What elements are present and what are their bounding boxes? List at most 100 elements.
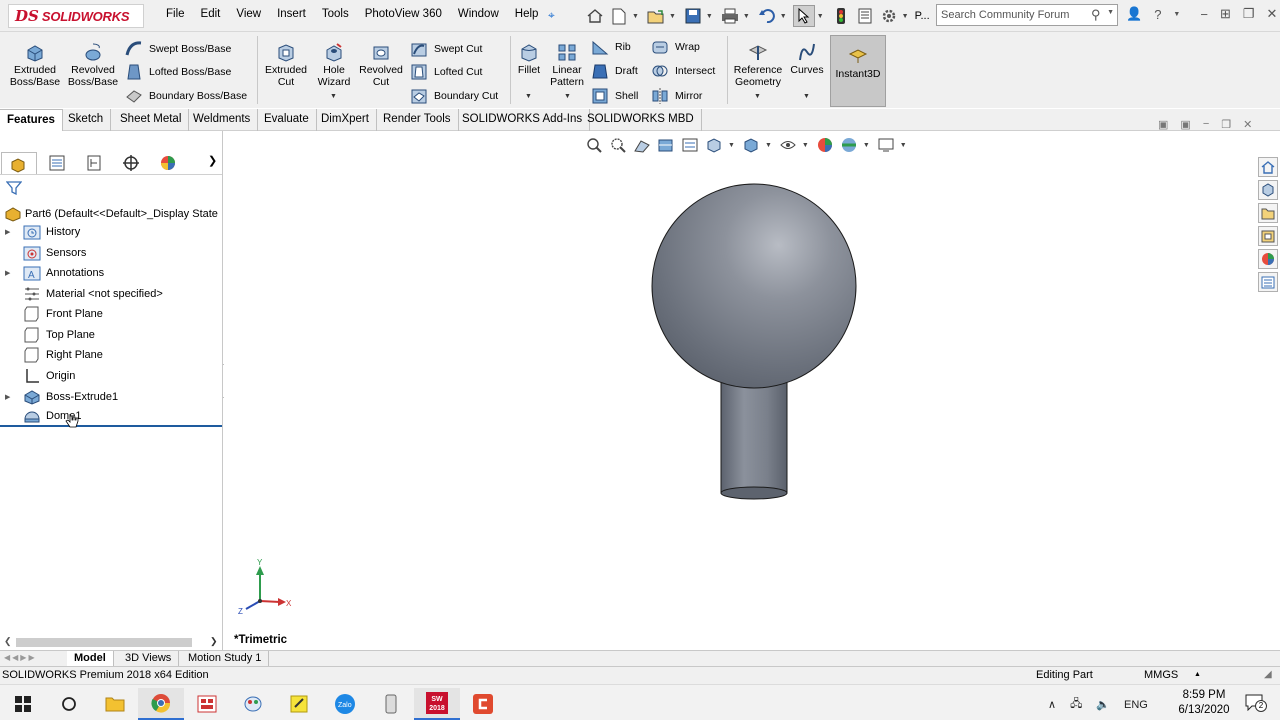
unit-system[interactable]: MMGS bbox=[1144, 669, 1178, 681]
tree-item-origin[interactable]: Origin bbox=[0, 366, 222, 386]
scroll-thumb[interactable] bbox=[16, 638, 192, 647]
mirror-button[interactable]: Mirror bbox=[651, 87, 702, 105]
resize-grip-icon[interactable]: ◢ bbox=[1264, 669, 1272, 680]
solidworks-logo[interactable]: DS SOLIDWORKS bbox=[8, 4, 144, 28]
swept-boss-button[interactable]: Swept Boss/Base bbox=[125, 40, 231, 58]
chevron-down-icon[interactable]: ▼ bbox=[802, 142, 809, 149]
tree-item-top-plane[interactable]: Top Plane bbox=[0, 325, 222, 345]
wrap-button[interactable]: Wrap bbox=[651, 38, 700, 56]
help-icon[interactable]: ? bbox=[1154, 7, 1161, 22]
graphics-area[interactable]: Y X Z bbox=[224, 131, 1256, 650]
view-palette-icon[interactable] bbox=[1258, 226, 1278, 246]
file-properties-icon[interactable] bbox=[854, 5, 876, 27]
menu-view[interactable]: View bbox=[236, 8, 261, 20]
file-explorer-icon[interactable] bbox=[92, 688, 138, 720]
chevron-down-icon[interactable]: ▼ bbox=[743, 13, 750, 20]
chevron-down-icon[interactable]: ▼ bbox=[632, 13, 639, 20]
shell-button[interactable]: Shell bbox=[591, 87, 638, 105]
hide-show-items-icon[interactable] bbox=[778, 136, 798, 154]
dimxpert-manager-tab-icon[interactable] bbox=[113, 152, 149, 174]
solidworks-resources-icon[interactable] bbox=[1258, 157, 1278, 177]
zoom-to-fit-icon[interactable] bbox=[584, 136, 604, 154]
tab-dimxpert[interactable]: DimXpert bbox=[314, 109, 377, 131]
options-gear-icon[interactable] bbox=[878, 5, 900, 27]
appearances-scenes-icon[interactable] bbox=[1258, 249, 1278, 269]
rib-button[interactable]: Rib bbox=[591, 38, 631, 56]
tree-item-right-plane[interactable]: Right Plane bbox=[0, 345, 222, 365]
solidworks-taskbar-icon[interactable]: SW 2018 bbox=[414, 688, 460, 720]
restore-icon[interactable]: ❐ bbox=[1221, 118, 1231, 131]
menu-help[interactable]: Help bbox=[515, 8, 539, 20]
chevron-up-icon[interactable]: ∧ bbox=[1048, 698, 1056, 711]
lofted-cut-button[interactable]: Lofted Cut bbox=[410, 63, 482, 81]
menu-window[interactable]: Window bbox=[458, 8, 499, 20]
design-library-icon[interactable] bbox=[1258, 180, 1278, 200]
previous-view-icon[interactable] bbox=[632, 136, 652, 154]
chevron-down-icon[interactable]: ▼ bbox=[780, 13, 787, 20]
edit-appearance-icon[interactable] bbox=[815, 136, 835, 154]
section-view-icon[interactable] bbox=[656, 136, 676, 154]
tab-motion-study-1[interactable]: Motion Study 1 bbox=[181, 651, 270, 667]
save-icon[interactable] bbox=[682, 5, 704, 27]
search-icon[interactable]: ⚲ bbox=[1091, 7, 1101, 23]
feature-tree-tab-icon[interactable] bbox=[1, 152, 37, 174]
fillet-button[interactable]: Fillet bbox=[511, 42, 547, 76]
home-icon[interactable] bbox=[584, 5, 606, 27]
tab-sketch[interactable]: Sketch bbox=[61, 109, 112, 131]
minimize-icon[interactable]: − bbox=[1200, 7, 1208, 22]
linear-pattern-button[interactable]: Linear Pattern bbox=[547, 42, 587, 88]
property-manager-tab-icon[interactable] bbox=[39, 152, 75, 174]
undo-icon[interactable] bbox=[756, 5, 778, 27]
boundary-cut-button[interactable]: Boundary Cut bbox=[410, 87, 498, 105]
open-folder-icon[interactable] bbox=[645, 5, 667, 27]
tree-root-part[interactable]: Part6 (Default<<Default>_Display State bbox=[4, 206, 218, 222]
expand-arrow-icon[interactable]: ▶ bbox=[5, 228, 15, 236]
chevron-down-icon[interactable]: ▼ bbox=[754, 93, 761, 100]
phone-app-icon[interactable] bbox=[368, 688, 414, 720]
camtasia-icon[interactable] bbox=[460, 688, 506, 720]
sticky-notes-icon[interactable] bbox=[276, 688, 322, 720]
chevron-down-icon[interactable]: ▼ bbox=[900, 142, 907, 149]
volume-icon[interactable]: 🔈 bbox=[1096, 698, 1110, 711]
rebuild-traffic-light-icon[interactable] bbox=[830, 5, 852, 27]
apply-scene-icon[interactable] bbox=[839, 136, 859, 154]
boundary-boss-button[interactable]: Boundary Boss/Base bbox=[125, 87, 247, 105]
menu-insert[interactable]: Insert bbox=[277, 8, 306, 20]
tab-sheet-metal[interactable]: Sheet Metal bbox=[113, 109, 190, 131]
draft-button[interactable]: Draft bbox=[591, 62, 638, 80]
close-icon[interactable]: ✕ bbox=[1267, 6, 1278, 22]
clock[interactable]: 8:59 PM 6/13/2020 bbox=[1170, 688, 1238, 718]
cortana-search-icon[interactable] bbox=[46, 688, 92, 720]
toolbar-more-label[interactable]: P... bbox=[915, 10, 930, 22]
chevron-down-icon[interactable]: ▼ bbox=[1173, 11, 1180, 18]
network-icon[interactable]: 🖧 bbox=[1070, 695, 1082, 714]
zalo-icon[interactable]: Zalo bbox=[322, 688, 368, 720]
instant3d-button[interactable]: Instant3D bbox=[830, 35, 886, 107]
chevron-down-icon[interactable]: ▼ bbox=[330, 93, 337, 100]
revolved-boss-button[interactable]: Revolved Boss/Base bbox=[65, 42, 121, 88]
print-icon[interactable] bbox=[719, 5, 741, 27]
display-style-icon[interactable] bbox=[741, 136, 761, 154]
minimize-icon[interactable]: − bbox=[1203, 118, 1209, 131]
chevron-right-icon[interactable]: ❯ bbox=[208, 154, 217, 167]
tree-item-dome1[interactable]: Dome1 bbox=[0, 407, 222, 428]
tab-navigation-arrows-icon[interactable]: ◀◀▶▶ bbox=[4, 653, 37, 662]
tab-model[interactable]: Model bbox=[67, 651, 114, 667]
tab-weldments[interactable]: Weldments bbox=[186, 109, 259, 131]
model-render[interactable]: Y X Z bbox=[224, 131, 1256, 650]
menu-edit[interactable]: Edit bbox=[201, 8, 221, 20]
chevron-down-icon[interactable]: ▼ bbox=[803, 93, 810, 100]
tree-item-boss-extrude1[interactable]: ▶ Boss-Extrude1 bbox=[0, 387, 222, 407]
chevron-down-icon[interactable]: ▼ bbox=[863, 142, 870, 149]
view-orientation-icon[interactable] bbox=[704, 136, 724, 154]
restore-icon[interactable]: ❐ bbox=[1243, 6, 1255, 22]
expand-arrow-icon[interactable]: ▶ bbox=[5, 393, 15, 401]
chevron-down-icon[interactable]: ▼ bbox=[817, 13, 824, 20]
menu-photoview[interactable]: PhotoView 360 bbox=[365, 8, 442, 20]
lofted-boss-button[interactable]: Lofted Boss/Base bbox=[125, 63, 231, 81]
reference-geometry-button[interactable]: Reference Geometry bbox=[729, 42, 787, 88]
app-grid-icon[interactable] bbox=[184, 688, 230, 720]
tile-left-icon[interactable]: ▣ bbox=[1158, 118, 1168, 131]
paint-app-icon[interactable] bbox=[230, 688, 276, 720]
chevron-down-icon[interactable]: ▼ bbox=[706, 13, 713, 20]
